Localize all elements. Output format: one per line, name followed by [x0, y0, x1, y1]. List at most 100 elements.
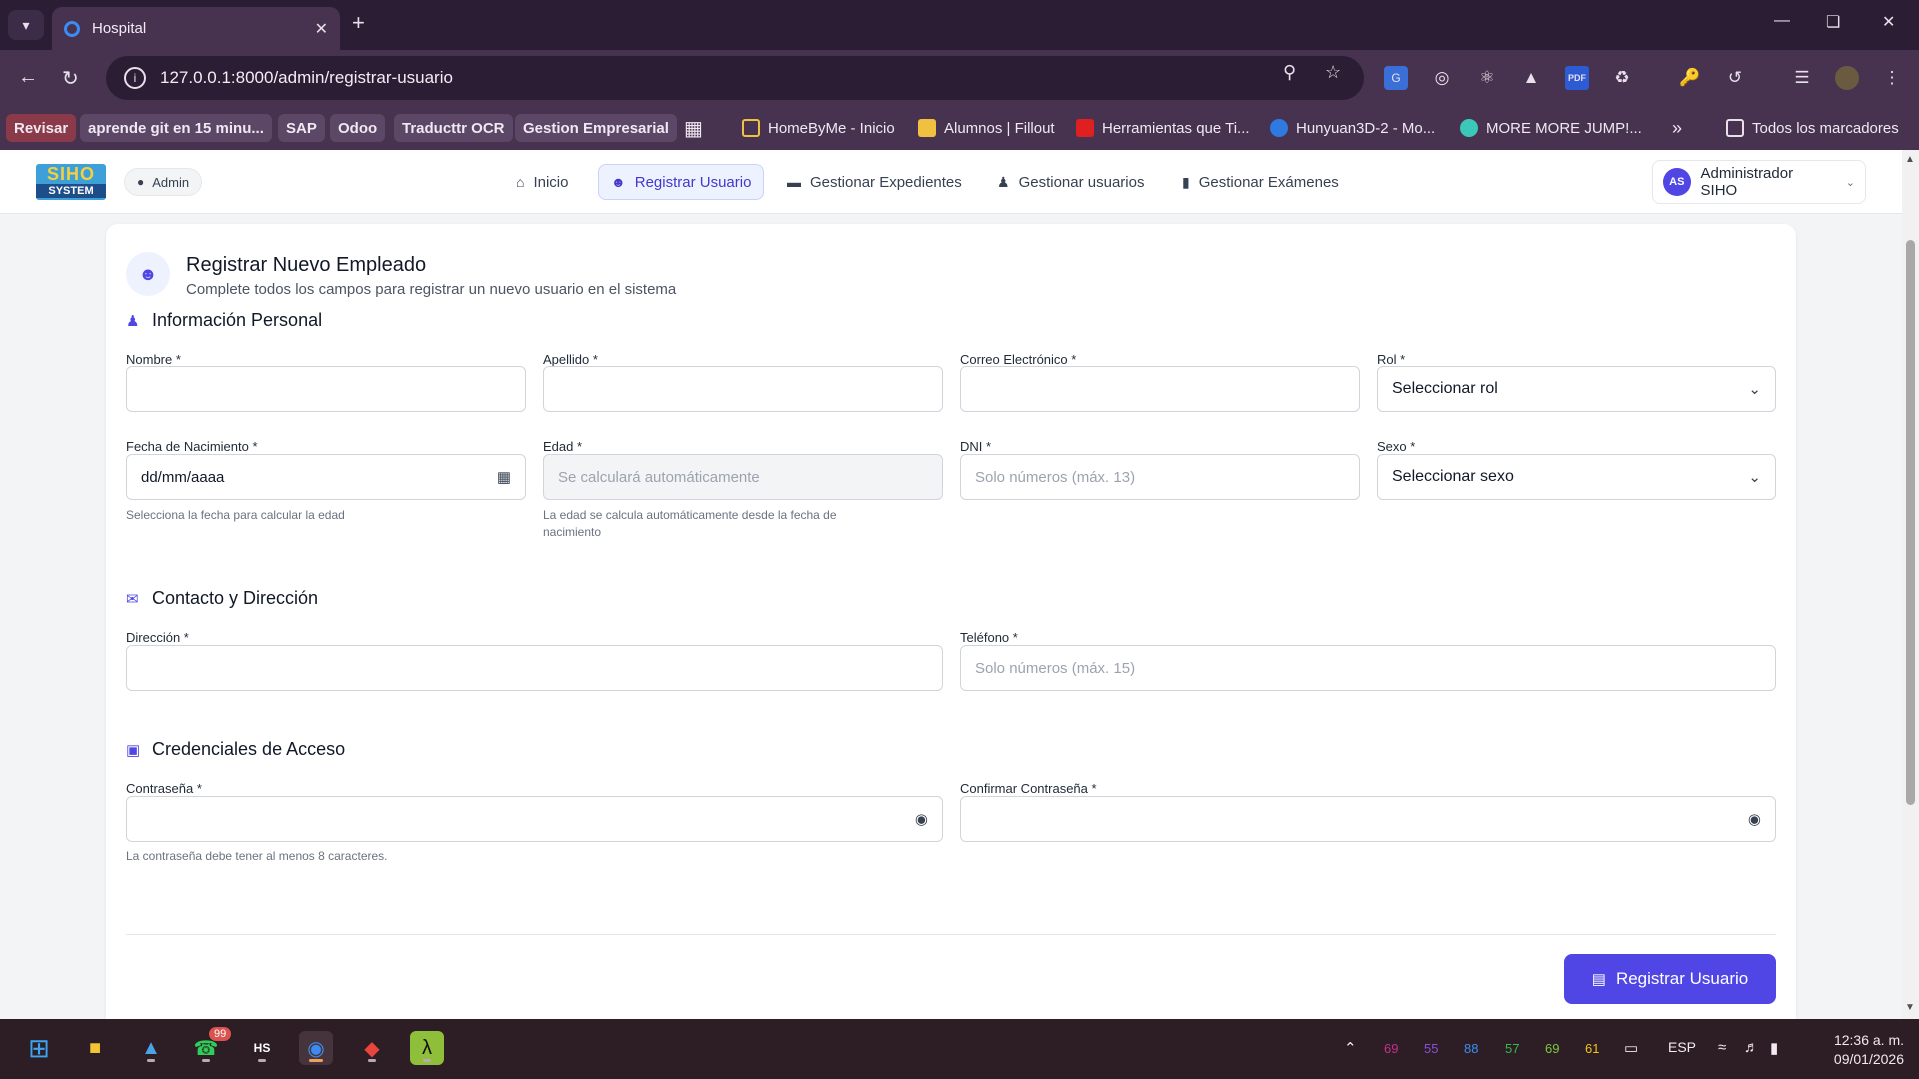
save-icon: ▤ [1591, 971, 1606, 988]
react-devtools-icon[interactable]: ⚛ [1475, 66, 1499, 90]
eye-icon[interactable]: ◉ [1748, 810, 1761, 828]
tab-search-button[interactable]: ▾ [8, 10, 44, 40]
fecha-nacimiento-input[interactable]: dd/mm/aaaa ▦ [126, 454, 526, 500]
apellido-input[interactable] [543, 366, 943, 412]
tray-overflow-icon[interactable]: ⌃ [1344, 1039, 1357, 1057]
telefono-label: Teléfono * [960, 630, 1018, 645]
bookmark-item[interactable]: Gestion Empresarial [515, 114, 677, 142]
profile-avatar[interactable] [1835, 66, 1859, 90]
volume-icon[interactable]: ♬ [1744, 1039, 1759, 1056]
eye-icon[interactable]: ◉ [915, 810, 928, 828]
section-credentials: ▣ Credenciales de Acceso [126, 739, 346, 759]
translate-extension-icon[interactable]: G [1384, 66, 1408, 90]
address-bar[interactable]: i 127.0.0.1:8000/admin/registrar-usuario [106, 56, 1364, 100]
browser-menu-icon[interactable]: ⋮ [1880, 66, 1904, 90]
windows-start-icon[interactable]: ⊞ [22, 1031, 56, 1065]
password-label: Contraseña * [126, 781, 202, 796]
chrome-favicon-icon [64, 20, 80, 37]
siho-logo[interactable]: SIHO SYSTEM [36, 164, 106, 200]
chevron-down-icon: ⌄ [1748, 469, 1761, 486]
user-plus-icon: ☻ [126, 252, 170, 296]
email-field[interactable] [960, 366, 1360, 412]
fecha-help: Selecciona la fecha para calcular la eda… [126, 508, 345, 522]
zoom-icon[interactable]: ⚲ [1283, 62, 1296, 83]
password-key-icon[interactable]: 🔑 [1678, 66, 1702, 90]
calendar-icon[interactable]: ▦ [497, 468, 511, 486]
user-icon: ♟ [126, 312, 140, 330]
bookmark-item[interactable]: Traducttr OCR [394, 114, 513, 142]
site-info-icon[interactable]: i [124, 67, 146, 89]
page-viewport: SIHO SYSTEM ● Admin ⌂ Inicio ☻ Registrar U… [0, 150, 1902, 1019]
whatsapp-icon[interactable]: ☎ 99 [189, 1027, 232, 1065]
battery-icon[interactable]: ▮ [1770, 1039, 1778, 1057]
nav-gestionar-examenes[interactable]: ▮ Gestionar Exámenes [1170, 164, 1351, 200]
scrollbar-thumb[interactable] [1906, 240, 1915, 805]
angular-extension-icon[interactable]: ▲ [1519, 66, 1543, 90]
apps-grid-icon[interactable]: ▦ [684, 114, 703, 142]
lambda-app-icon[interactable]: λ [410, 1031, 444, 1065]
bookmark-star-icon[interactable]: ☆ [1325, 62, 1341, 83]
nombre-label: Nombre * [126, 352, 181, 367]
dni-input[interactable]: Solo números (máx. 13) [960, 454, 1360, 500]
browser-tab[interactable]: Hospital ✕ [52, 7, 340, 50]
tab-close-icon[interactable]: ✕ [315, 19, 328, 39]
bookmark-item[interactable]: aprende git en 15 minu... [80, 114, 272, 142]
media-control-icon[interactable]: ☰ [1790, 66, 1814, 90]
hs-app-icon[interactable]: HS [245, 1031, 279, 1065]
bookmark-item[interactable]: SAP [278, 114, 325, 142]
edad-label: Edad * [543, 439, 583, 454]
sexo-select[interactable]: Seleccionar sexo ⌄ [1377, 454, 1776, 500]
reload-icon[interactable]: ↻ [62, 66, 79, 91]
rol-select[interactable]: Seleccionar rol ⌄ [1377, 366, 1776, 412]
back-icon[interactable]: ← [18, 66, 38, 89]
music-note-icon [1460, 119, 1478, 137]
restore-icon[interactable]: ❏ [1826, 12, 1840, 32]
nombre-input[interactable] [126, 366, 526, 412]
password-input[interactable]: ◉ [126, 796, 943, 842]
nav-registrar-usuario[interactable]: ☻ Registrar Usuario [598, 164, 765, 200]
close-window-icon[interactable]: ✕ [1882, 12, 1895, 32]
file-explorer-icon[interactable]: ■ [78, 1031, 112, 1065]
bookmark-item[interactable]: Herramientas que Ti... [1076, 114, 1250, 142]
bookmark-item[interactable]: MORE MORE JUMP!... [1460, 114, 1642, 142]
folder-icon [1726, 119, 1744, 137]
form-divider [126, 934, 1776, 935]
fillout-icon [918, 119, 936, 137]
scroll-up-icon[interactable]: ▲ [1905, 154, 1915, 165]
telefono-input[interactable]: Solo números (máx. 15) [960, 645, 1776, 691]
history-icon[interactable]: ↺ [1723, 66, 1747, 90]
scroll-down-icon[interactable]: ▼ [1905, 1002, 1915, 1013]
confirm-password-input[interactable]: ◉ [960, 796, 1776, 842]
bookmark-item[interactable]: Hunyuan3D-2 - Mo... [1270, 114, 1435, 142]
monitor-icon[interactable]: ▭ [1624, 1039, 1638, 1057]
direccion-input[interactable] [126, 645, 943, 691]
record-extension-icon[interactable]: ◎ [1430, 66, 1454, 90]
minimize-icon[interactable]: — [1774, 12, 1790, 30]
extensions-puzzle-icon[interactable]: ♻ [1610, 66, 1634, 90]
taskbar-clock[interactable]: 12:36 a. m. 09/01/2026 [1810, 1031, 1904, 1069]
bookmark-item[interactable]: Alumnos | Fillout [918, 114, 1055, 142]
all-bookmarks-folder[interactable]: Todos los marcadores [1726, 114, 1899, 142]
user-menu[interactable]: AS Administrador SIHO ⌄ [1652, 160, 1866, 204]
page-scrollbar[interactable]: ▲ ▼ [1902, 150, 1919, 1019]
nav-gestionar-expedientes[interactable]: ▬ Gestionar Expedientes [775, 164, 974, 200]
bookmark-item[interactable]: HomeByMe - Inicio [742, 114, 895, 142]
user-icon: ♟ [997, 173, 1010, 190]
chrome-icon[interactable]: ◉ [299, 1031, 333, 1065]
bookmark-item[interactable]: Revisar [6, 114, 77, 142]
register-user-button[interactable]: ▤ Registrar Usuario [1564, 954, 1776, 1004]
bookmarks-overflow-icon[interactable]: » [1672, 114, 1682, 142]
language-indicator[interactable]: ESP [1668, 1039, 1696, 1055]
nav-inicio[interactable]: ⌂ Inicio [504, 164, 581, 200]
pdf-extension-icon[interactable]: PDF [1565, 66, 1589, 90]
url-text: 127.0.0.1:8000/admin/registrar-usuario [160, 68, 453, 87]
new-tab-button[interactable]: + [352, 10, 365, 36]
git-icon[interactable]: ◆ [355, 1031, 389, 1065]
tray-stat: 69 [1545, 1041, 1560, 1056]
bookmark-item[interactable]: Odoo [330, 114, 386, 142]
nav-gestionar-usuarios[interactable]: ♟ Gestionar usuarios [985, 164, 1156, 200]
mail-icon: ✉ [126, 590, 139, 608]
photos-app-icon[interactable]: ▲ [134, 1031, 168, 1065]
wifi-icon[interactable]: ≈ [1718, 1039, 1726, 1056]
chevron-down-icon: ⌄ [1748, 381, 1761, 398]
